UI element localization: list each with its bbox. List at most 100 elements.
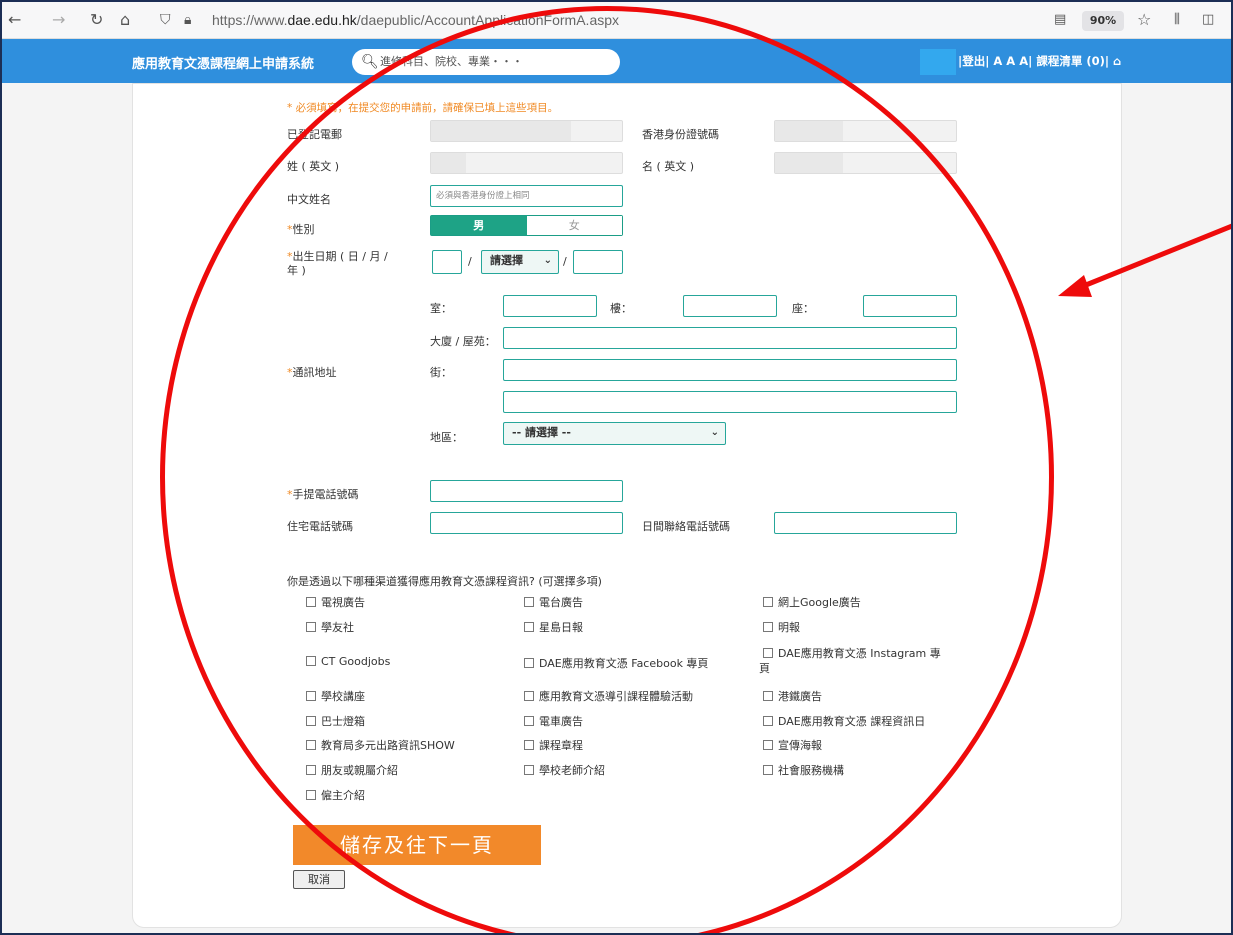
site-title[interactable]: 應用教育文憑課程網上申請系統 bbox=[132, 53, 314, 72]
search-icon: 🔍︎ bbox=[361, 54, 379, 70]
block-label: 座： bbox=[792, 302, 814, 315]
district-label: 地區： bbox=[430, 431, 463, 444]
form-card bbox=[132, 83, 1122, 928]
checkbox[interactable] bbox=[524, 716, 534, 726]
mobile-field[interactable] bbox=[430, 480, 623, 502]
channel-checkbox[interactable]: 宣傳海報 bbox=[763, 737, 822, 753]
channel-question: 你是透過以下哪種渠道獲得應用教育文憑課程資訊? (可選擇多項) bbox=[287, 575, 602, 588]
channel-checkbox[interactable]: 課程章程 bbox=[524, 737, 583, 753]
channel-checkbox[interactable]: CT Goodjobs bbox=[306, 655, 390, 668]
channel-checkbox[interactable]: 應用教育文憑導引課程體驗活動 bbox=[524, 688, 693, 704]
header-links[interactable]: |登出| A A A| 課程清單 (0)| ⌂ bbox=[958, 53, 1121, 69]
dob-label-year: 年 ) bbox=[287, 264, 306, 277]
shield-icon[interactable]: ⛉ bbox=[160, 11, 171, 29]
checkbox[interactable] bbox=[763, 597, 773, 607]
reader-view-icon[interactable]: ▤ bbox=[1054, 11, 1066, 29]
cancel-button[interactable]: 取消 bbox=[293, 870, 345, 889]
user-name-block[interactable] bbox=[920, 49, 956, 75]
checkbox[interactable] bbox=[306, 716, 316, 726]
home-icon[interactable]: ⌂ bbox=[1113, 54, 1121, 68]
sidebar-icon[interactable]: ◫ bbox=[1202, 11, 1214, 29]
checkbox[interactable] bbox=[763, 648, 773, 658]
checkbox[interactable] bbox=[306, 765, 316, 775]
checkbox[interactable] bbox=[763, 691, 773, 701]
checkbox[interactable] bbox=[524, 740, 534, 750]
channel-checkbox[interactable]: 港鐵廣告 bbox=[763, 688, 822, 704]
checkbox[interactable] bbox=[306, 597, 316, 607]
surname-field bbox=[430, 152, 623, 174]
gender-male-option[interactable]: 男 bbox=[431, 216, 527, 235]
block-field[interactable] bbox=[863, 295, 957, 317]
checkbox[interactable] bbox=[306, 740, 316, 750]
address-bar[interactable]: https://www.dae.edu.hk/daepublic/Account… bbox=[212, 12, 619, 28]
checkbox[interactable] bbox=[763, 740, 773, 750]
search-input[interactable]: 🔍︎ 進修科目、院校、專業・・・ bbox=[352, 49, 620, 75]
street-label: 街： bbox=[430, 366, 452, 379]
reload-icon[interactable]: ↻ bbox=[90, 11, 103, 29]
given-name-field bbox=[774, 152, 957, 174]
chinese-name-label: 中文姓名 bbox=[287, 193, 331, 206]
street-field-1[interactable] bbox=[503, 359, 957, 381]
district-select[interactable]: -- 請選擇 -- ⌄ bbox=[503, 422, 726, 445]
home-phone-field[interactable] bbox=[430, 512, 623, 534]
checkbox[interactable] bbox=[524, 658, 534, 668]
bookmark-star-icon[interactable]: ☆ bbox=[1137, 11, 1151, 29]
channel-checkbox[interactable]: 巴士燈箱 bbox=[306, 713, 365, 729]
chinese-name-field[interactable]: 必須與香港身份證上相同 bbox=[430, 185, 623, 207]
checkbox[interactable] bbox=[306, 790, 316, 800]
channel-checkbox[interactable]: 社會服務機構 bbox=[763, 762, 844, 778]
room-field[interactable] bbox=[503, 295, 597, 317]
checkbox[interactable] bbox=[524, 597, 534, 607]
checkbox[interactable] bbox=[524, 691, 534, 701]
floor-field[interactable] bbox=[683, 295, 777, 317]
forward-icon[interactable]: → bbox=[52, 11, 65, 29]
channel-checkbox[interactable]: 網上Google廣告 bbox=[763, 594, 861, 610]
channel-checkbox[interactable]: DAE應用教育文憑 課程資訊日 bbox=[763, 713, 925, 729]
channel-checkbox[interactable]: DAE應用教育文憑 Facebook 專頁 bbox=[524, 655, 708, 671]
dob-year-field[interactable] bbox=[573, 250, 623, 274]
site-header: 應用教育文憑課程網上申請系統 🔍︎ 進修科目、院校、專業・・・ |登出| A A… bbox=[2, 39, 1231, 83]
hkid-field bbox=[774, 120, 957, 142]
checkbox[interactable] bbox=[306, 622, 316, 632]
zoom-level[interactable]: 90% bbox=[1082, 11, 1124, 31]
checkbox[interactable] bbox=[763, 716, 773, 726]
library-icon[interactable]: ⫼ bbox=[1174, 11, 1180, 29]
floor-label: 樓： bbox=[610, 302, 632, 315]
street-field-2[interactable] bbox=[503, 391, 957, 413]
checkbox[interactable] bbox=[306, 656, 316, 666]
channel-checkbox[interactable]: 電車廣告 bbox=[524, 713, 583, 729]
channel-checkbox[interactable]: 朋友或親屬介紹 bbox=[306, 762, 398, 778]
building-field[interactable] bbox=[503, 327, 957, 349]
channel-checkbox[interactable]: 學友社 bbox=[306, 619, 354, 635]
back-icon[interactable]: ← bbox=[8, 11, 21, 29]
channel-checkbox[interactable]: 星島日報 bbox=[524, 619, 583, 635]
email-label: 已登記電郵 bbox=[287, 128, 342, 141]
checkbox[interactable] bbox=[524, 765, 534, 775]
channel-checkbox[interactable]: 學校講座 bbox=[306, 688, 365, 704]
channel-checkbox[interactable]: 僱主介紹 bbox=[306, 787, 365, 803]
gender-toggle[interactable]: 男 女 bbox=[430, 215, 623, 236]
surname-label: 姓 ( 英文 ) bbox=[287, 160, 340, 173]
gender-female-option[interactable]: 女 bbox=[526, 216, 622, 235]
mobile-label: *手提電話號碼 bbox=[287, 488, 359, 501]
save-next-button[interactable]: 儲存及往下一頁 bbox=[293, 825, 541, 865]
day-phone-field[interactable] bbox=[774, 512, 957, 534]
lock-icon[interactable]: 🔒︎ bbox=[184, 11, 191, 29]
channel-checkbox[interactable]: 學校老師介紹 bbox=[524, 762, 605, 778]
channel-checkbox[interactable]: 電視廣告 bbox=[306, 594, 365, 610]
chevron-down-icon: ⌄ bbox=[543, 255, 552, 266]
page-background bbox=[2, 83, 1231, 933]
email-field bbox=[430, 120, 623, 142]
channel-checkbox[interactable]: 明報 bbox=[763, 619, 800, 635]
channel-checkbox[interactable]: DAE應用教育文憑 Instagram 專 bbox=[763, 645, 941, 661]
checkbox[interactable] bbox=[524, 622, 534, 632]
checkbox[interactable] bbox=[763, 765, 773, 775]
home-icon[interactable]: ⌂ bbox=[120, 11, 130, 29]
checkbox[interactable] bbox=[306, 691, 316, 701]
address-label: *通訊地址 bbox=[287, 366, 337, 379]
dob-month-select[interactable]: 請選擇 ⌄ bbox=[481, 250, 559, 274]
checkbox[interactable] bbox=[763, 622, 773, 632]
channel-checkbox[interactable]: 教育局多元出路資訊SHOW bbox=[306, 737, 455, 753]
channel-checkbox[interactable]: 電台廣告 bbox=[524, 594, 583, 610]
dob-day-field[interactable] bbox=[432, 250, 462, 274]
